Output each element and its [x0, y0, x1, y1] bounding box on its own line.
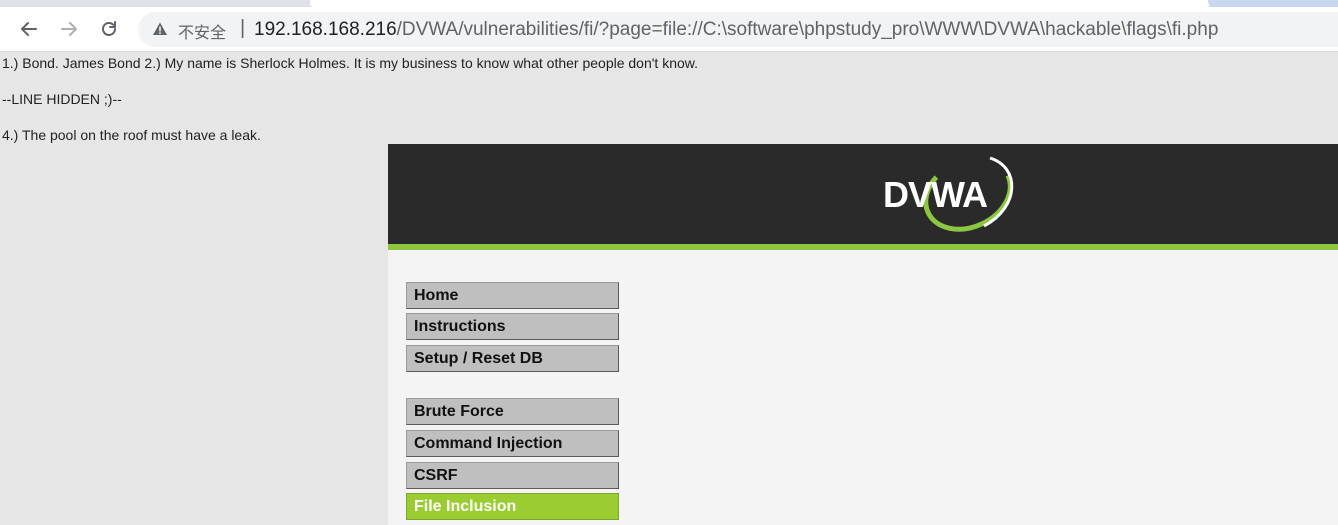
active-tab[interactable] [310, 0, 1210, 7]
menu-item-label: Command Injection [414, 435, 563, 452]
menu-item-file-inclusion[interactable]: File Inclusion [406, 493, 619, 520]
url-host: 192.168.168.216 [254, 19, 397, 40]
dvwa-header [388, 144, 1338, 244]
reload-icon [102, 21, 116, 36]
menu-item-label: Brute Force [414, 403, 504, 420]
url-path: /DVWA/vulnerabilities/fi/?page=file://C:… [396, 19, 1219, 40]
menu-item-setup-reset-db[interactable]: Setup / Reset DB [406, 345, 619, 372]
address-bar[interactable]: 不安全 | 192.168.168.216/DVWA/vulnerabiliti… [138, 12, 1338, 47]
menu-item-command-injection[interactable]: Command Injection [406, 430, 619, 457]
logo-text: DVWA [883, 174, 988, 215]
tab-inactive[interactable] [1208, 0, 1338, 7]
back-button[interactable] [13, 13, 45, 45]
menu-item-label: File Inclusion [414, 498, 517, 515]
menu-item-brute-force[interactable]: Brute Force [406, 398, 619, 425]
menu-item-csrf[interactable]: CSRF [406, 462, 619, 489]
forward-arrow-icon [61, 22, 77, 36]
url-text[interactable]: 192.168.168.216/DVWA/vulnerabilities/fi/… [254, 19, 1218, 41]
menu-item-home[interactable]: Home [406, 282, 619, 309]
menu-item-label: Home [414, 287, 459, 304]
included-line-3: 4.) The pool on the roof must have a lea… [2, 127, 261, 143]
included-line-1: 1.) Bond. James Bond 2.) My name is Sher… [2, 55, 699, 71]
tab-strip [0, 0, 1338, 7]
back-arrow-icon [21, 22, 37, 36]
reload-button[interactable] [93, 13, 125, 45]
browser-toolbar: 不安全 | 192.168.168.216/DVWA/vulnerabiliti… [0, 7, 1338, 52]
menu-item-instructions[interactable]: Instructions [406, 313, 619, 340]
included-line-2: --LINE HIDDEN ;)-- [2, 91, 122, 107]
omnibox-separator: | [240, 17, 246, 39]
menu-item-label: CSRF [414, 467, 458, 484]
dvwa-logo[interactable]: DVWA [880, 152, 1020, 237]
security-status-label[interactable]: 不安全 [178, 19, 226, 43]
forward-button[interactable] [53, 13, 85, 45]
menu-item-label: Setup / Reset DB [414, 350, 543, 367]
menu-item-label: Instructions [414, 318, 506, 335]
warning-icon[interactable] [152, 21, 168, 37]
